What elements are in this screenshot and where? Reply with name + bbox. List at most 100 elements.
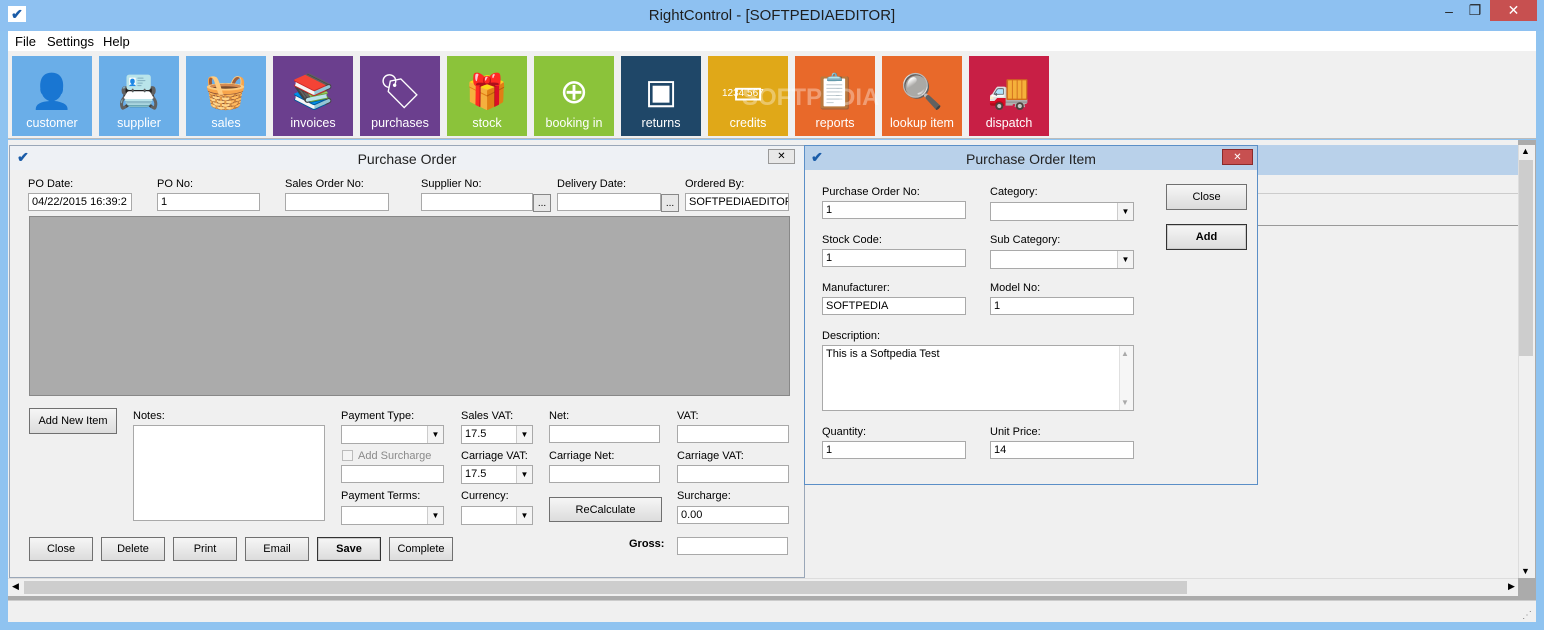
- category-label: Category:: [990, 186, 1038, 198]
- notes-textarea[interactable]: [133, 425, 325, 521]
- menu-settings[interactable]: Settings: [47, 34, 94, 49]
- payment-terms-select[interactable]: ▼: [341, 506, 444, 525]
- vertical-scroll-thumb[interactable]: [1519, 160, 1533, 356]
- scroll-down-icon[interactable]: ▼: [1521, 566, 1530, 576]
- ribbon-tile-label: lookup item: [890, 116, 954, 130]
- purchase-order-item-title: Purchase Order Item: [805, 146, 1257, 170]
- recalculate-button[interactable]: ReCalculate: [549, 497, 662, 522]
- delivery-date-picker-button[interactable]: ...: [661, 194, 679, 212]
- gift-icon: 🎁: [465, 73, 509, 111]
- category-select[interactable]: ▼: [990, 202, 1134, 221]
- poi-close-icon[interactable]: ✕: [1222, 149, 1253, 165]
- po-close-icon[interactable]: ✕: [768, 149, 795, 164]
- background-window-title: [1258, 145, 1518, 175]
- unit-price-label: Unit Price:: [990, 426, 1041, 438]
- maximize-icon[interactable]: ❐: [1462, 0, 1488, 21]
- carriage-net-label: Carriage Net:: [549, 450, 615, 462]
- vat-field[interactable]: [677, 425, 789, 443]
- currency-select[interactable]: ▼: [461, 506, 533, 525]
- ordered-by-field[interactable]: SOFTPEDIAEDITOR: [685, 193, 789, 211]
- stock-code-field[interactable]: 1: [822, 249, 966, 267]
- basket-icon: 🧺: [204, 73, 248, 111]
- scroll-up-icon[interactable]: ▲: [1121, 349, 1129, 358]
- supplier-field[interactable]: [421, 193, 533, 211]
- carriage-net-field[interactable]: [549, 465, 660, 483]
- email-button[interactable]: Email: [245, 537, 309, 561]
- carriage-vat-select[interactable]: 17.5 ▼: [461, 465, 533, 484]
- sub-category-label: Sub Category:: [990, 234, 1061, 246]
- menu-help[interactable]: Help: [103, 34, 130, 49]
- net-field[interactable]: [549, 425, 660, 443]
- ribbon-tile-label: supplier: [117, 116, 161, 130]
- complete-button[interactable]: Complete: [389, 537, 453, 561]
- ribbon-tile-label: stock: [472, 116, 502, 130]
- ordered-by-label: Ordered By:: [685, 178, 745, 190]
- ribbon-tile-label: customer: [26, 116, 78, 130]
- unit-price-field[interactable]: 14: [990, 441, 1134, 459]
- model-no-field[interactable]: 1: [990, 297, 1134, 315]
- close-button[interactable]: Close: [29, 537, 93, 561]
- ribbon-tile-dispatch[interactable]: 🚚 dispatch: [969, 56, 1049, 136]
- ribbon-tile-label: reports: [815, 116, 855, 130]
- po-date-field[interactable]: 04/22/2015 16:39:2: [28, 193, 132, 211]
- minimize-icon[interactable]: –: [1436, 0, 1462, 21]
- description-textarea[interactable]: This is a Softpedia Test: [822, 345, 1134, 411]
- po-date-label: PO Date:: [28, 178, 74, 190]
- poi-po-no-field[interactable]: 1: [822, 201, 966, 219]
- scroll-right-icon[interactable]: ▶: [1508, 581, 1515, 592]
- add-surcharge-checkbox[interactable]: [342, 450, 353, 461]
- sales-vat-select[interactable]: 17.5 ▼: [461, 425, 533, 444]
- currency-label: Currency:: [461, 490, 509, 502]
- chevron-down-icon: ▼: [427, 426, 443, 443]
- model-no-label: Model No:: [990, 282, 1041, 294]
- payment-type-select[interactable]: ▼: [341, 425, 444, 444]
- po-no-field[interactable]: 1: [157, 193, 260, 211]
- sales-order-field[interactable]: [285, 193, 389, 211]
- scroll-left-icon[interactable]: ◀: [12, 581, 19, 592]
- ribbon-tile-customer[interactable]: 👤 customer: [12, 56, 92, 136]
- truck-icon: 🚚: [987, 73, 1031, 111]
- ribbon-tile-sales[interactable]: 🧺 sales: [186, 56, 266, 136]
- magnifier-icon: 🔍: [900, 73, 944, 111]
- net-label: Net:: [549, 410, 570, 422]
- items-grid[interactable]: [29, 216, 790, 396]
- add-new-item-button[interactable]: Add New Item: [29, 408, 117, 434]
- poi-close-button[interactable]: Close: [1166, 184, 1247, 210]
- ribbon-tile-stock[interactable]: 🎁 stock: [447, 56, 527, 136]
- scroll-down-icon[interactable]: ▼: [1121, 398, 1129, 407]
- ribbon-tile-lookup-item[interactable]: 🔍 lookup item: [882, 56, 962, 136]
- print-button[interactable]: Print: [173, 537, 237, 561]
- vat-label: VAT:: [677, 410, 699, 422]
- sub-category-select[interactable]: ▼: [990, 250, 1134, 269]
- chevron-down-icon: ▼: [1117, 251, 1133, 268]
- surcharge-input[interactable]: [341, 465, 444, 483]
- ribbon-tile-label: credits: [729, 116, 767, 130]
- ribbon-tile-supplier[interactable]: 📇 supplier: [99, 56, 179, 136]
- divider: [1258, 193, 1518, 194]
- carriage-vat-field[interactable]: [677, 465, 789, 483]
- surcharge-field[interactable]: 0.00: [677, 506, 789, 524]
- scroll-up-icon[interactable]: ▲: [1521, 146, 1530, 156]
- ribbon-tile-purchases[interactable]: 🏷 purchases: [360, 56, 440, 136]
- ribbon-tile-returns[interactable]: ▣ returns: [621, 56, 701, 136]
- payment-type-label: Payment Type:: [341, 410, 415, 422]
- ribbon-tile-booking-in[interactable]: ⊕ booking in: [534, 56, 614, 136]
- close-window-icon[interactable]: ✕: [1490, 0, 1537, 21]
- horizontal-scroll-thumb[interactable]: [24, 581, 1187, 594]
- manufacturer-field[interactable]: SOFTPEDIA: [822, 297, 966, 315]
- ribbon-tile-invoices[interactable]: 📚 invoices: [273, 56, 353, 136]
- delete-button[interactable]: Delete: [101, 537, 165, 561]
- poi-add-button[interactable]: Add: [1166, 224, 1247, 250]
- supplier-browse-button[interactable]: ...: [533, 194, 551, 212]
- description-label: Description:: [822, 330, 881, 342]
- save-button[interactable]: Save: [317, 537, 381, 561]
- quantity-field[interactable]: 1: [822, 441, 966, 459]
- gross-field[interactable]: [677, 537, 788, 555]
- menu-file[interactable]: File: [15, 34, 36, 49]
- resize-grip-icon[interactable]: ⋰: [1522, 610, 1532, 621]
- app-title: RightControl - [SOFTPEDIAEDITOR]: [648, 7, 896, 24]
- sales-order-label: Sales Order No:: [285, 178, 364, 190]
- customer-icon: 👤: [30, 73, 74, 111]
- delivery-date-field[interactable]: [557, 193, 661, 211]
- books-icon: 📚: [291, 73, 335, 111]
